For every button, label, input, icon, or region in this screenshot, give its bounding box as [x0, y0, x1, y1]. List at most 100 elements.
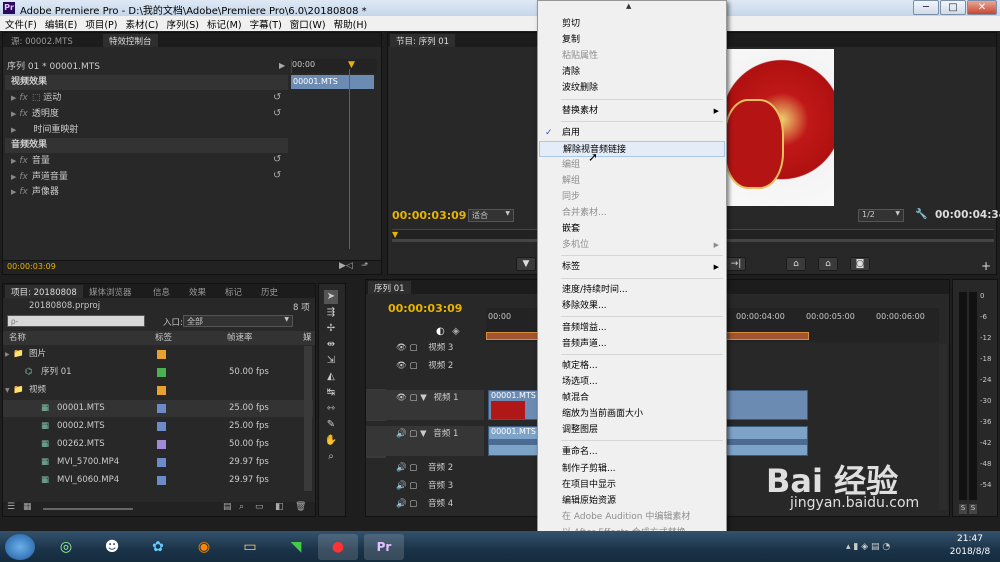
menu-file[interactable]: 文件(F) — [0, 16, 40, 31]
project-item-row[interactable]: ▦ MVI_5700.MP4 29.97 fps — [3, 454, 313, 471]
close-button[interactable]: ✕ — [967, 0, 997, 15]
menu-item[interactable]: 帧定格... — [539, 358, 725, 374]
play-audio-icon[interactable]: ▶◁ — [339, 261, 353, 271]
trash-icon[interactable]: 🗑 — [295, 502, 306, 512]
menu-item[interactable]: 音频声道... — [539, 336, 725, 352]
timeline-scrollbar[interactable] — [939, 344, 947, 510]
menu-window[interactable]: 窗口(W) — [285, 16, 329, 31]
effect-panner[interactable]: ▶ fx 声像器 — [5, 185, 288, 200]
ie-icon[interactable]: ◎ — [46, 534, 86, 560]
pen-tool-icon[interactable]: ✎ — [324, 418, 338, 432]
program-current-time[interactable]: 00:00:03:09 — [392, 209, 466, 222]
insert-button[interactable]: →| — [726, 257, 746, 271]
automate-icon[interactable]: ▤ — [223, 502, 232, 512]
menu-item[interactable]: 波纹删除 — [539, 80, 725, 96]
tab-effect-controls[interactable]: 特效控制台 — [103, 34, 158, 47]
menu-item[interactable]: ✓ 启用 — [539, 125, 725, 141]
tab-project[interactable]: 项目: 20180808 — [5, 285, 83, 298]
project-item-row[interactable]: ▦ MVI_6060.MP4 29.97 fps — [3, 472, 313, 489]
col-media[interactable]: 媒 — [303, 331, 312, 345]
track-select-tool-icon[interactable]: ⇶ — [324, 306, 338, 320]
tray-icons[interactable]: ▴ ▮ ◈ ▤ ◔ — [846, 542, 890, 552]
project-item-row[interactable]: ▦ 00001.MTS 25.00 fps — [3, 400, 313, 417]
menu-item[interactable]: 速度/持续时间... — [539, 282, 725, 298]
track-video-1[interactable]: 👁 ▢ ▼ 视频 1 — [366, 390, 484, 420]
expand-triangle-icon[interactable]: ▶ — [5, 346, 10, 363]
effect-channel-volume[interactable]: ▶ fx 声道音量 — [5, 170, 288, 185]
reset-icon[interactable]: ↺ — [273, 170, 281, 181]
media-icon[interactable]: ✿ — [138, 534, 178, 560]
ripple-edit-tool-icon[interactable]: ✢ — [324, 322, 338, 336]
tab-info[interactable]: 信息 — [147, 285, 176, 298]
track-audio-2[interactable]: 🔊 ▢ 音频 2 — [366, 460, 484, 477]
label-color-swatch[interactable] — [157, 386, 166, 395]
track-audio-1[interactable]: 🔊 ▢ ▼ 音频 1 — [366, 426, 484, 456]
app-icon[interactable]: ◥ — [276, 534, 316, 560]
menu-item[interactable]: 标签 ▶ — [539, 259, 725, 275]
menu-sequence[interactable]: 序列(S) — [162, 16, 202, 31]
reset-icon[interactable]: ↺ — [273, 108, 281, 119]
premiere-taskbar-icon[interactable]: Pr — [364, 534, 404, 560]
menu-item[interactable]: 同步 — [539, 189, 725, 205]
extract-button[interactable]: ⌂ — [818, 257, 838, 271]
tab-source[interactable]: 源: 00002.MTS — [5, 34, 79, 47]
add-marker-button[interactable]: ▼ — [516, 257, 536, 271]
current-time-readout[interactable]: 00:00:03:09 — [7, 262, 56, 271]
zoom-slider[interactable] — [43, 508, 133, 510]
track-audio-3[interactable]: 🔊 ▢ 音频 3 — [366, 478, 484, 495]
reset-icon[interactable]: ↺ — [273, 154, 281, 165]
menu-item[interactable]: 剪切 — [539, 16, 725, 32]
label-color-swatch[interactable] — [157, 476, 166, 485]
menu-item[interactable]: 编辑原始资源 — [539, 493, 725, 509]
tab-program[interactable]: 节目: 序列 01 — [390, 34, 456, 47]
menu-edit[interactable]: 编辑(E) — [40, 16, 80, 31]
effect-motion[interactable]: ▶ fx ⬚ 运动 — [5, 91, 288, 106]
effect-volume[interactable]: ▶ fx 音量 — [5, 154, 288, 169]
entry-dropdown[interactable]: 全部 ▼ — [183, 315, 293, 327]
track-video-3[interactable]: 👁 ▢ 视频 3 — [366, 340, 484, 357]
solo-right-button[interactable]: S — [969, 504, 977, 514]
col-label[interactable]: 标签 — [155, 331, 172, 345]
menu-item[interactable]: 编组 — [539, 157, 725, 173]
menu-item[interactable]: 制作子剪辑... — [539, 461, 725, 477]
menu-item[interactable]: 复制 — [539, 32, 725, 48]
resolution-dropdown[interactable]: 1/2 ▼ — [858, 209, 904, 222]
project-item-row[interactable]: ⌬ 序列 01 50.00 fps — [3, 364, 313, 381]
menu-clip[interactable]: 素材(C) — [120, 16, 161, 31]
tab-history[interactable]: 历史 — [255, 285, 284, 298]
project-search-input[interactable] — [7, 315, 145, 327]
hand-tool-icon[interactable]: ✋ — [324, 434, 338, 448]
fit-dropdown[interactable]: 适合 ▼ — [468, 209, 514, 222]
tab-sequence[interactable]: 序列 01 — [368, 281, 411, 294]
minimize-button[interactable]: ─ — [913, 0, 939, 15]
project-item-row[interactable]: ▶ 📁 图片 — [3, 346, 313, 363]
expand-triangle-icon[interactable]: ▼ — [5, 382, 10, 399]
menu-item[interactable]: 在项目中显示 — [539, 477, 725, 493]
effect-clip-bar[interactable]: 00001.MTS — [291, 75, 374, 89]
tab-effects[interactable]: 效果 — [183, 285, 212, 298]
col-name[interactable]: 名称 — [9, 331, 26, 345]
icon-view-icon[interactable]: ▦ — [23, 502, 32, 512]
menu-item[interactable]: 粘贴属性 — [539, 48, 725, 64]
menu-item[interactable]: 在 Adobe Audition 中编辑素材 — [539, 509, 725, 525]
razor-tool-icon[interactable]: ◭ — [324, 370, 338, 384]
project-scrollbar[interactable] — [304, 346, 312, 491]
clock-time[interactable]: 21:47 — [945, 534, 995, 544]
menu-item[interactable]: 调整图层 — [539, 422, 725, 438]
label-color-swatch[interactable] — [157, 422, 166, 431]
slide-tool-icon[interactable]: ⇿ — [324, 402, 338, 416]
start-orb-icon[interactable] — [5, 534, 35, 560]
menu-marker[interactable]: 标记(M) — [202, 16, 245, 31]
list-view-icon[interactable]: ☰ — [7, 502, 15, 512]
marker-icon[interactable]: ◈ — [452, 326, 460, 337]
menu-item[interactable]: 重命名... — [539, 444, 725, 460]
menu-item[interactable]: 音频增益... — [539, 320, 725, 336]
new-bin-icon[interactable]: ▭ — [255, 502, 264, 512]
zoom-tool-icon[interactable]: ⌕ — [324, 450, 338, 464]
menu-help[interactable]: 帮助(H) — [329, 16, 371, 31]
selection-tool-icon[interactable]: ➤ — [324, 290, 338, 304]
lift-button[interactable]: ⌂ — [786, 257, 806, 271]
qq-icon[interactable]: ☻ — [92, 534, 132, 560]
menu-item[interactable]: 解除视音频链接 — [539, 140, 725, 157]
rolling-edit-tool-icon[interactable]: ⇹ — [324, 338, 338, 352]
